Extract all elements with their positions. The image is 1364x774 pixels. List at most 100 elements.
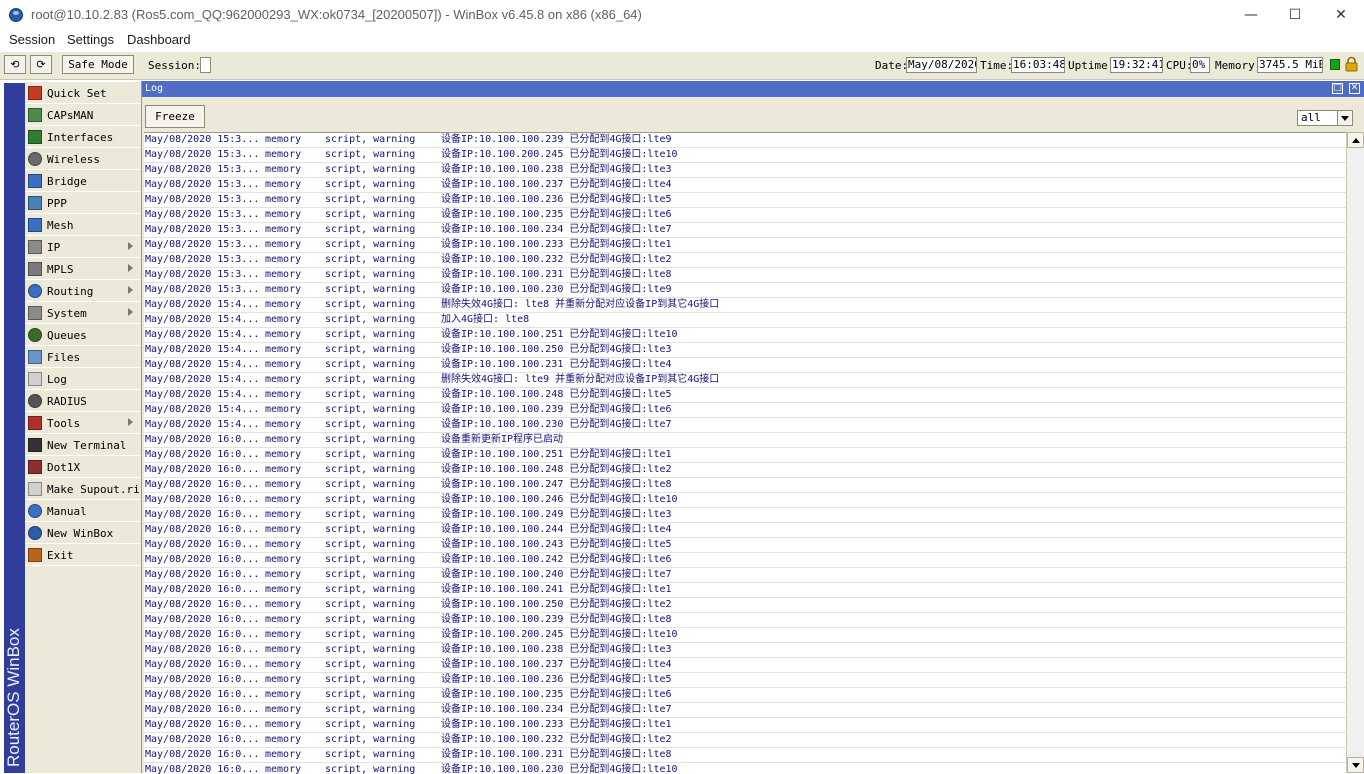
- table-row[interactable]: May/08/2020 16:0... memory script, warning…: [144, 688, 1346, 703]
- table-row[interactable]: May/08/2020 15:4... memory script, warning…: [144, 328, 1346, 343]
- table-row[interactable]: May/08/2020 16:0... memory script, warning…: [144, 733, 1346, 748]
- table-row[interactable]: May/08/2020 16:0... memory script, warning…: [144, 748, 1346, 763]
- sidebar-item-queues[interactable]: Queues: [25, 324, 141, 346]
- table-row[interactable]: May/08/2020 16:0... memory script, warning…: [144, 538, 1346, 553]
- sidebar-item-system[interactable]: System: [25, 302, 141, 324]
- freeze-button[interactable]: Freeze: [145, 105, 205, 128]
- table-row[interactable]: May/08/2020 16:0... memory script, warning…: [144, 763, 1346, 774]
- sidebar-item-quick-set[interactable]: Quick Set: [25, 82, 141, 104]
- menu-session[interactable]: Session: [9, 32, 55, 47]
- table-row[interactable]: May/08/2020 16:0... memory script, warning…: [144, 508, 1346, 523]
- table-row[interactable]: May/08/2020 16:0... memory script, warning…: [144, 703, 1346, 718]
- menu-dashboard[interactable]: Dashboard: [127, 32, 191, 47]
- safe-mode-button[interactable]: Safe Mode: [62, 55, 134, 74]
- lock-icon[interactable]: [1345, 56, 1358, 72]
- table-row[interactable]: May/08/2020 15:3... memory script, warning…: [144, 193, 1346, 208]
- undo-button[interactable]: ⟲: [4, 55, 26, 74]
- sidebar-item-label: Wireless: [47, 153, 100, 166]
- sidebar-item-dot1x[interactable]: Dot1X: [25, 456, 141, 478]
- log-list[interactable]: May/08/2020 15:3... memory script, warning…: [144, 132, 1346, 774]
- table-row[interactable]: May/08/2020 16:0... memory script, warning…: [144, 523, 1346, 538]
- menu-settings[interactable]: Settings: [67, 32, 114, 47]
- table-row[interactable]: May/08/2020 15:3... memory script, warning…: [144, 283, 1346, 298]
- log-buffer-cell: memory: [265, 749, 302, 760]
- sidebar-item-radius[interactable]: RADIUS: [25, 390, 141, 412]
- table-row[interactable]: May/08/2020 16:0... memory script, warning…: [144, 598, 1346, 613]
- vertical-scrollbar[interactable]: [1346, 132, 1364, 773]
- restore-window-icon[interactable]: ▢: [1332, 83, 1343, 94]
- table-row[interactable]: May/08/2020 16:0... memory script, warning…: [144, 628, 1346, 643]
- table-row[interactable]: May/08/2020 15:3... memory script, warning…: [144, 238, 1346, 253]
- chevron-down-icon[interactable]: [1337, 110, 1353, 126]
- close-button[interactable]: ✕: [1318, 0, 1364, 31]
- sidebar-item-make-supout-rif[interactable]: Make Supout.rif: [25, 478, 146, 500]
- scroll-up-icon[interactable]: [1347, 132, 1364, 148]
- log-buffer-cell: memory: [265, 329, 302, 340]
- sidebar-item-manual[interactable]: Manual: [25, 500, 141, 522]
- log-message-cell: 设备IP:10.100.100.239 已分配到4G接口:lte9: [441, 134, 672, 145]
- log-topics-cell: script, warning: [325, 569, 416, 580]
- table-row[interactable]: May/08/2020 16:0... memory script, warning…: [144, 448, 1346, 463]
- table-row[interactable]: May/08/2020 15:4... memory script, warning…: [144, 358, 1346, 373]
- radius-icon: [28, 394, 42, 408]
- table-row[interactable]: May/08/2020 15:3... memory script, warning…: [144, 163, 1346, 178]
- log-buffer-cell: memory: [265, 164, 302, 175]
- table-row[interactable]: May/08/2020 16:0... memory script, warning…: [144, 718, 1346, 733]
- sidebar-item-interfaces[interactable]: Interfaces: [25, 126, 141, 148]
- sidebar-item-label: Dot1X: [47, 461, 81, 474]
- sidebar-item-log[interactable]: Log: [25, 368, 141, 390]
- table-row[interactable]: May/08/2020 16:0... memory script, warning…: [144, 673, 1346, 688]
- close-window-icon[interactable]: ✕: [1349, 83, 1360, 94]
- session-field[interactable]: [200, 57, 211, 73]
- table-row[interactable]: May/08/2020 15:4... memory script, warning…: [144, 418, 1346, 433]
- table-row[interactable]: May/08/2020 15:3... memory script, warning…: [144, 268, 1346, 283]
- log-topics-cell: script, warning: [325, 149, 416, 160]
- sidebar-item-mpls[interactable]: MPLS: [25, 258, 141, 280]
- table-row[interactable]: May/08/2020 15:3... memory script, warning…: [144, 178, 1346, 193]
- log-topics-cell: script, warning: [325, 509, 416, 520]
- sidebar-item-bridge[interactable]: Bridge: [25, 170, 141, 192]
- table-row[interactable]: May/08/2020 16:0... memory script, warning…: [144, 658, 1346, 673]
- table-row[interactable]: May/08/2020 15:4... memory script, warning…: [144, 373, 1346, 388]
- redo-button[interactable]: ⟳: [30, 55, 52, 74]
- table-row[interactable]: May/08/2020 16:0... memory script, warning…: [144, 583, 1346, 598]
- table-row[interactable]: May/08/2020 15:4... memory script, warning…: [144, 343, 1346, 358]
- minimize-button[interactable]: —: [1228, 0, 1274, 31]
- table-row[interactable]: May/08/2020 16:0... memory script, warning…: [144, 463, 1346, 478]
- sidebar-item-capsman[interactable]: CAPsMAN: [25, 104, 141, 126]
- table-row[interactable]: May/08/2020 16:0... memory script, warning…: [144, 643, 1346, 658]
- table-row[interactable]: May/08/2020 16:0... memory script, warning…: [144, 613, 1346, 628]
- sidebar-item-tools[interactable]: Tools: [25, 412, 141, 434]
- log-buffer-cell: memory: [265, 284, 302, 295]
- table-row[interactable]: May/08/2020 15:3... memory script, warning…: [144, 133, 1346, 148]
- scroll-down-icon[interactable]: [1347, 757, 1364, 773]
- table-row[interactable]: May/08/2020 15:4... memory script, warning…: [144, 313, 1346, 328]
- table-row[interactable]: May/08/2020 15:3... memory script, warning…: [144, 223, 1346, 238]
- table-row[interactable]: May/08/2020 15:4... memory script, warning…: [144, 388, 1346, 403]
- table-row[interactable]: May/08/2020 16:0... memory script, warning…: [144, 493, 1346, 508]
- table-row[interactable]: May/08/2020 16:0... memory script, warning…: [144, 433, 1346, 448]
- sidebar-item-ip[interactable]: IP: [25, 236, 141, 258]
- table-row[interactable]: May/08/2020 15:4... memory script, warning…: [144, 403, 1346, 418]
- table-row[interactable]: May/08/2020 15:4... memory script, warning…: [144, 298, 1346, 313]
- sidebar-item-new-terminal[interactable]: New Terminal: [25, 434, 141, 456]
- sidebar-item-wireless[interactable]: Wireless: [25, 148, 141, 170]
- log-window-title: Log: [145, 83, 164, 94]
- log-message-cell: 设备IP:10.100.200.245 已分配到4G接口:lte10: [441, 149, 678, 160]
- log-topics-cell: script, warning: [325, 554, 416, 565]
- sidebar-item-files[interactable]: Files: [25, 346, 141, 368]
- maximize-button[interactable]: ☐: [1272, 0, 1318, 31]
- sidebar-item-new-winbox[interactable]: New WinBox: [25, 522, 141, 544]
- log-message-cell: 设备IP:10.100.100.251 已分配到4G接口:lte1: [441, 449, 672, 460]
- sidebar-item-exit[interactable]: Exit: [25, 544, 141, 566]
- table-row[interactable]: May/08/2020 16:0... memory script, warning…: [144, 568, 1346, 583]
- sidebar-item-routing[interactable]: Routing: [25, 280, 141, 302]
- sidebar-item-mesh[interactable]: Mesh: [25, 214, 141, 236]
- log-buffer-cell: memory: [265, 659, 302, 670]
- table-row[interactable]: May/08/2020 16:0... memory script, warning…: [144, 478, 1346, 493]
- table-row[interactable]: May/08/2020 15:3... memory script, warning…: [144, 253, 1346, 268]
- table-row[interactable]: May/08/2020 15:3... memory script, warning…: [144, 208, 1346, 223]
- table-row[interactable]: May/08/2020 16:0... memory script, warning…: [144, 553, 1346, 568]
- sidebar-item-ppp[interactable]: PPP: [25, 192, 141, 214]
- table-row[interactable]: May/08/2020 15:3... memory script, warning…: [144, 148, 1346, 163]
